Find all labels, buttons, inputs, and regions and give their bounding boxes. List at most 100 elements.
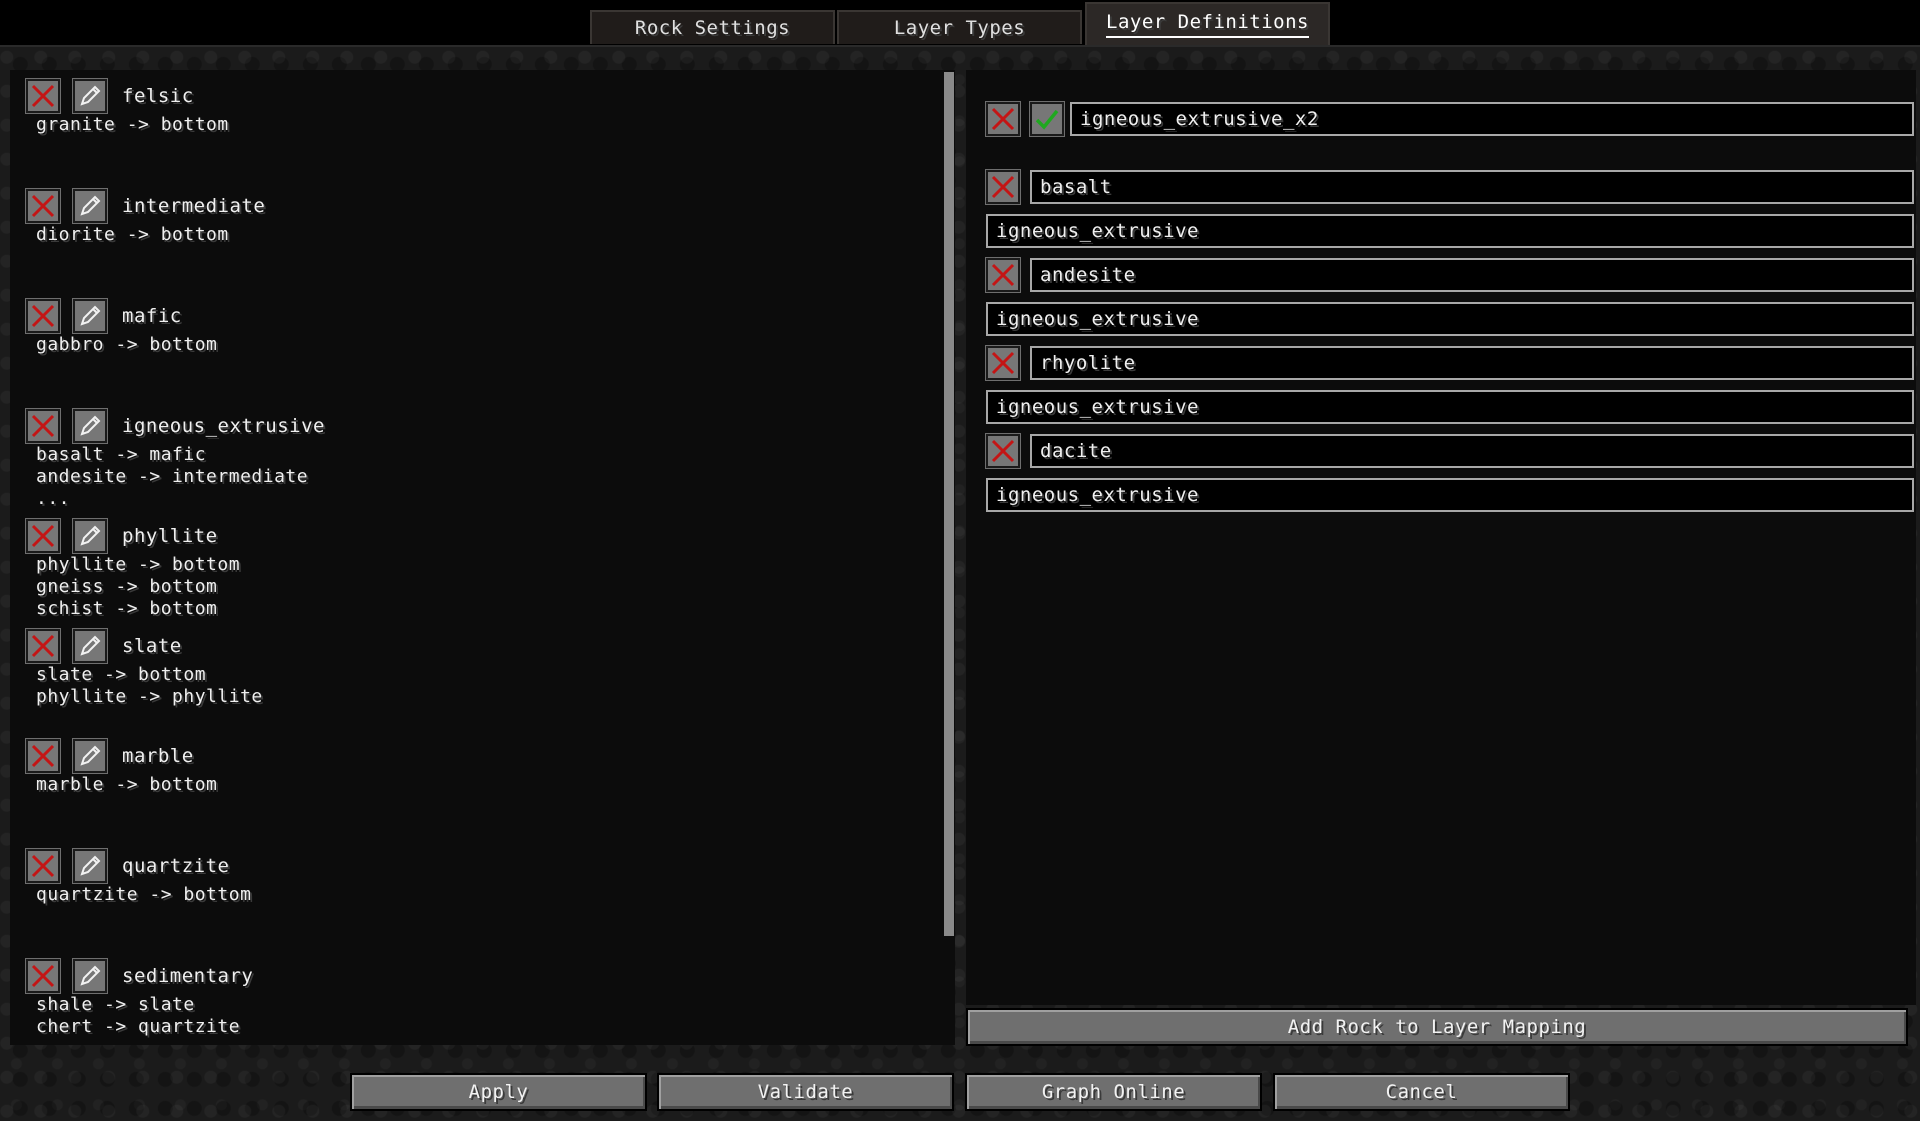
edit-layer-button[interactable] [72,628,108,664]
validate-button[interactable]: Validate [657,1073,954,1111]
target-layer-input[interactable]: igneous_extrusive [986,214,1914,248]
layer-mapping-line: phyllite -> phyllite [36,686,263,707]
edit-layer-button[interactable] [72,848,108,884]
layer-entry-header: phyllite [25,518,240,554]
layer-list: felsic granite -> bottom intermediate diori… [10,70,955,1045]
rock-input[interactable]: dacite [1030,434,1914,468]
delete-mapping-button[interactable] [985,433,1021,469]
layer-mapping-line: gabbro -> bottom [36,334,218,355]
pencil-icon [77,413,103,439]
rock-input[interactable]: basalt [1030,170,1914,204]
tab-label: Layer Types [893,17,1026,39]
layer-entry: marble marble -> bottom [25,738,217,796]
tab-layer-definitions[interactable]: Layer Definitions [1085,2,1330,45]
close-x-icon [30,633,56,659]
layer-mapping-line: phyllite -> bottom [36,554,241,575]
layer-entry: mafic gabbro -> bottom [25,298,218,356]
close-x-icon [30,853,56,879]
close-x-icon [30,523,56,549]
layer-entry-header: felsic [25,78,229,114]
layer-mapping-line: schist -> bottom [36,598,218,619]
pencil-icon [77,523,103,549]
edit-layer-button[interactable] [72,738,108,774]
tab-label: Layer Definitions [1106,11,1309,38]
target-layer-input[interactable]: igneous_extrusive [986,302,1914,336]
delete-layer-button[interactable] [25,738,61,774]
layer-editor: igneous_extrusive_x2 basalt igneous_extru… [966,70,1916,1046]
layer-mapping-line: ... [36,488,71,509]
layer-entry: slate slate -> bottom phyllite -> phyllite [25,628,263,708]
layer-name: marble [122,745,194,767]
close-x-icon [30,743,56,769]
check-icon [1034,106,1060,132]
delete-layer-button[interactable] [25,518,61,554]
tab-rock-settings[interactable]: Rock Settings [590,10,835,44]
layer-entry-header: intermediate [25,188,266,224]
close-x-icon [990,438,1016,464]
graph-online-button[interactable]: Graph Online [965,1073,1262,1111]
pencil-icon [77,853,103,879]
layer-list-scrollbar[interactable] [944,72,954,936]
layer-entry: igneous_extrusive basalt -> mafic andesite… [25,408,325,510]
confirm-layer-button[interactable] [1029,101,1065,137]
layer-entry-header: marble [25,738,217,774]
tab-label: Rock Settings [634,17,791,39]
edit-layer-button[interactable] [72,958,108,994]
delete-layer-button[interactable] [25,298,61,334]
layer-mapping-line: slate -> bottom [36,664,207,685]
edit-layer-button[interactable] [72,78,108,114]
close-x-icon [990,262,1016,288]
pencil-icon [77,963,103,989]
delete-layer-button[interactable] [25,78,61,114]
delete-layer-button[interactable] [985,101,1021,137]
layer-mapping-line: basalt -> mafic [36,444,207,465]
layer-entry-header: igneous_extrusive [25,408,325,444]
delete-mapping-button[interactable] [985,345,1021,381]
layer-mapping-line: shale -> slate [36,994,195,1015]
delete-layer-button[interactable] [25,188,61,224]
rock-input[interactable]: rhyolite [1030,346,1914,380]
delete-mapping-button[interactable] [985,257,1021,293]
close-x-icon [30,963,56,989]
delete-layer-button[interactable] [25,848,61,884]
target-layer-input[interactable]: igneous_extrusive [986,390,1914,424]
layer-entry: intermediate diorite -> bottom [25,188,266,246]
layer-name: sedimentary [122,965,254,987]
layer-entry-header: sedimentary [25,958,254,994]
delete-layer-button[interactable] [25,408,61,444]
layer-mapping-line: gneiss -> bottom [36,576,218,597]
pencil-icon [77,83,103,109]
layer-entry-header: slate [25,628,263,664]
layer-name: phyllite [122,525,218,547]
close-x-icon [30,303,56,329]
layer-entry: quartzite quartzite -> bottom [25,848,252,906]
rock-input[interactable]: andesite [1030,258,1914,292]
edit-layer-button[interactable] [72,518,108,554]
delete-mapping-button[interactable] [985,169,1021,205]
layer-name-input[interactable]: igneous_extrusive_x2 [1070,102,1914,136]
add-mapping-button[interactable]: Add Rock to Layer Mapping [966,1008,1908,1046]
delete-layer-button[interactable] [25,958,61,994]
close-x-icon [30,413,56,439]
layer-name: mafic [122,305,182,327]
layer-entry: phyllite phyllite -> bottom gneiss -> bott… [25,518,241,620]
delete-layer-button[interactable] [25,628,61,664]
edit-layer-button[interactable] [72,298,108,334]
close-x-icon [30,193,56,219]
edit-layer-button[interactable] [72,188,108,224]
layer-name: felsic [122,85,194,107]
layer-entry: felsic granite -> bottom [25,78,229,136]
pencil-icon [77,303,103,329]
pencil-icon [77,193,103,219]
apply-button[interactable]: Apply [350,1073,647,1111]
layer-mapping-line: granite -> bottom [36,114,229,135]
tab-layer-types[interactable]: Layer Types [837,10,1082,44]
target-layer-input[interactable]: igneous_extrusive [986,478,1914,512]
close-x-icon [990,174,1016,200]
layer-mapping-line: quartzite -> bottom [36,884,252,905]
edit-layer-button[interactable] [72,408,108,444]
cancel-button[interactable]: Cancel [1273,1073,1570,1111]
layer-name: intermediate [122,195,266,217]
pencil-icon [77,743,103,769]
close-x-icon [990,106,1016,132]
